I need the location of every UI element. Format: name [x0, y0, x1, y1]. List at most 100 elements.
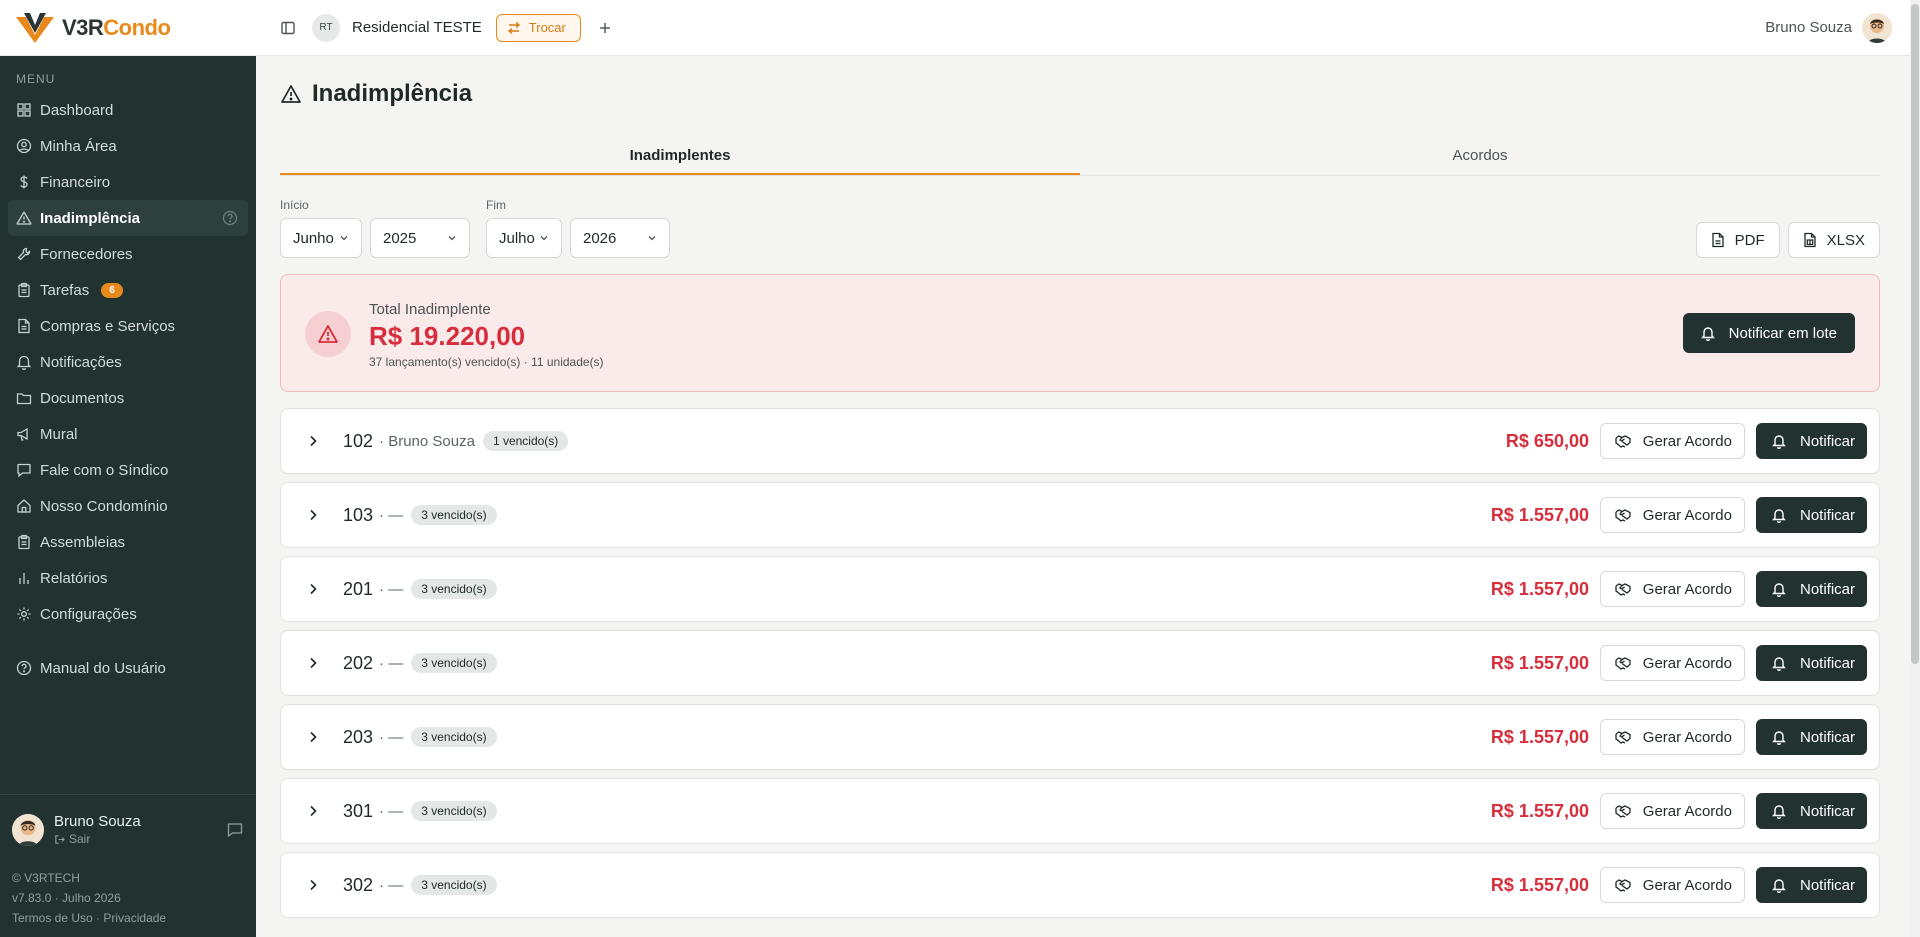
sidebar-item-relatorios[interactable]: Relatórios: [8, 560, 248, 596]
sidebar-item-configuracoes[interactable]: Configurações: [8, 596, 248, 632]
overdue-amount: R$ 1.557,00: [1490, 875, 1589, 895]
notify-label: Notificar: [1799, 654, 1855, 672]
sidebar-item-label: Relatórios: [40, 569, 108, 587]
header-avatar[interactable]: [1862, 12, 1892, 43]
sidebar-item-label: Documentos: [40, 389, 125, 407]
sidebar-item-label: Manual do Usuário: [40, 659, 166, 677]
clipboard-icon: [18, 534, 30, 550]
tab-inadimplentes[interactable]: Inadimplentes: [280, 138, 1080, 175]
generate-agreement-button[interactable]: Gerar Acordo: [1599, 571, 1745, 607]
toggle-sidebar-button[interactable]: [274, 14, 302, 42]
page-scrollbar[interactable]: [1910, 0, 1920, 937]
scrollbar-thumb[interactable]: [1911, 4, 1919, 664]
unit-row[interactable]: 203 · — 3 vencido(s) R$ 1.557,00 Gerar Acord…: [280, 704, 1880, 770]
bell-icon: [1772, 879, 1786, 893]
brand-logo[interactable]: V3RCondo: [0, 0, 256, 56]
warning-icon: [281, 85, 301, 103]
unit-row[interactable]: 102 · Bruno Souza 1 vencido(s) R$ 650,00 Ger…: [280, 408, 1880, 474]
start-month-select[interactable]: Junho: [280, 218, 362, 258]
privacy-link[interactable]: Privacidade: [103, 911, 166, 925]
overdue-amount: R$ 1.557,00: [1490, 727, 1589, 747]
sidebar-item-label: Dashboard: [40, 101, 114, 119]
chevron-right-icon[interactable]: [305, 581, 321, 597]
generate-agreement-button[interactable]: Gerar Acordo: [1599, 793, 1745, 829]
generate-agreement-label: Gerar Acordo: [1642, 728, 1732, 746]
chevron-right-icon[interactable]: [305, 433, 321, 449]
menu-section-label: MENU: [16, 72, 56, 86]
page-title: Inadimplência: [280, 80, 472, 108]
chat-bubble-icon[interactable]: [226, 821, 244, 839]
export-pdf-label: PDF: [1734, 231, 1765, 249]
chevron-right-icon[interactable]: [305, 877, 321, 893]
generate-agreement-label: Gerar Acordo: [1642, 506, 1732, 524]
overdue-count-badge: 3 vencido(s): [411, 653, 497, 673]
overdue-amount: R$ 1.557,00: [1490, 505, 1589, 525]
notify-button[interactable]: Notificar: [1755, 793, 1867, 829]
sidebar-item-label: Nosso Condomínio: [40, 497, 168, 515]
notify-label: Notificar: [1799, 802, 1855, 820]
notify-button[interactable]: Notificar: [1755, 497, 1867, 533]
tab-acordos[interactable]: Acordos: [1080, 138, 1880, 175]
sidebar-item-inadimplencia[interactable]: Inadimplência: [8, 200, 248, 236]
switch-condo-label: Trocar: [528, 20, 566, 35]
summary-alert-badge: [305, 311, 351, 357]
bell-icon: [1772, 731, 1786, 745]
sidebar-item-fornecedores[interactable]: Fornecedores: [8, 236, 248, 272]
sidebar-item-financeiro[interactable]: Financeiro: [8, 164, 248, 200]
sidebar-item-mural[interactable]: Mural: [8, 416, 248, 452]
sidebar-item-minha-area[interactable]: Minha Área: [8, 128, 248, 164]
sidebar-item-fale-com-o-sindico[interactable]: Fale com o Síndico: [8, 452, 248, 488]
notify-button[interactable]: Notificar: [1755, 719, 1867, 755]
sidebar-item-notificacoes[interactable]: Notificações: [8, 344, 248, 380]
chevron-right-icon[interactable]: [305, 729, 321, 745]
overdue-count-badge: 3 vencido(s): [411, 875, 497, 895]
unit-number: 102: [343, 430, 374, 451]
generate-agreement-button[interactable]: Gerar Acordo: [1599, 645, 1745, 681]
add-condo-button[interactable]: [591, 14, 619, 42]
notify-button[interactable]: Notificar: [1755, 571, 1867, 607]
notify-batch-button[interactable]: Notificar em lote: [1682, 313, 1855, 353]
swap-arrows-icon: [507, 21, 520, 34]
chevron-right-icon[interactable]: [305, 655, 321, 671]
notify-button[interactable]: Notificar: [1755, 645, 1867, 681]
tasks-count-badge: 6: [101, 282, 123, 298]
unit-row[interactable]: 301 · — 3 vencido(s) R$ 1.557,00 Gerar Acord…: [280, 778, 1880, 844]
chevron-down-icon: [540, 236, 548, 241]
chevron-right-icon[interactable]: [305, 803, 321, 819]
date-filters: Início Junho 2025 Fim Julho 2026: [280, 198, 670, 258]
end-month-select[interactable]: Julho: [486, 218, 562, 258]
generate-agreement-button[interactable]: Gerar Acordo: [1599, 719, 1745, 755]
handshake-icon: [1615, 657, 1631, 670]
terms-link[interactable]: Termos de Uso: [12, 911, 93, 925]
sidebar-item-documentos[interactable]: Documentos: [8, 380, 248, 416]
generate-agreement-button[interactable]: Gerar Acordo: [1599, 867, 1745, 903]
chevron-right-icon[interactable]: [305, 507, 321, 523]
sidebar-item-compras-e-servicos[interactable]: Compras e Serviços: [8, 308, 248, 344]
help-circle-icon[interactable]: [222, 210, 238, 226]
sidebar-item-nosso-condominio[interactable]: Nosso Condomínio: [8, 488, 248, 524]
unit-row[interactable]: 202 · — 3 vencido(s) R$ 1.557,00 Gerar Acord…: [280, 630, 1880, 696]
chat-icon: [17, 463, 31, 478]
start-year-value: 2025: [383, 229, 417, 247]
start-year-select[interactable]: 2025: [370, 218, 470, 258]
notify-button[interactable]: Notificar: [1755, 423, 1867, 459]
generate-agreement-button[interactable]: Gerar Acordo: [1599, 423, 1745, 459]
notify-button[interactable]: Notificar: [1755, 867, 1867, 903]
export-pdf-button[interactable]: PDF: [1695, 222, 1780, 258]
overdue-count-badge: 3 vencido(s): [411, 801, 497, 821]
switch-condo-button[interactable]: Trocar: [495, 13, 581, 42]
generate-agreement-button[interactable]: Gerar Acordo: [1599, 497, 1745, 533]
sidebar-item-manual[interactable]: Manual do Usuário: [8, 650, 248, 686]
unit-row[interactable]: 201 · — 3 vencido(s) R$ 1.557,00 Gerar Acord…: [280, 556, 1880, 622]
unit-row[interactable]: 302 · — 3 vencido(s) R$ 1.557,00 Gerar Acord…: [280, 852, 1880, 918]
end-year-select[interactable]: 2026: [570, 218, 670, 258]
unit-row[interactable]: 103 · — 3 vencido(s) R$ 1.557,00 Gerar Acord…: [280, 482, 1880, 548]
export-xlsx-button[interactable]: XLSX: [1787, 222, 1880, 258]
unit-owner: · —: [379, 654, 404, 672]
sidebar-item-assembleias[interactable]: Assembleias: [8, 524, 248, 560]
logout-link[interactable]: Sair: [54, 832, 141, 846]
sidebar-item-dashboard[interactable]: Dashboard: [8, 92, 248, 128]
sidebar-item-tarefas[interactable]: Tarefas 6: [8, 272, 248, 308]
start-label: Início: [280, 198, 309, 212]
sidebar-avatar[interactable]: [12, 813, 44, 846]
